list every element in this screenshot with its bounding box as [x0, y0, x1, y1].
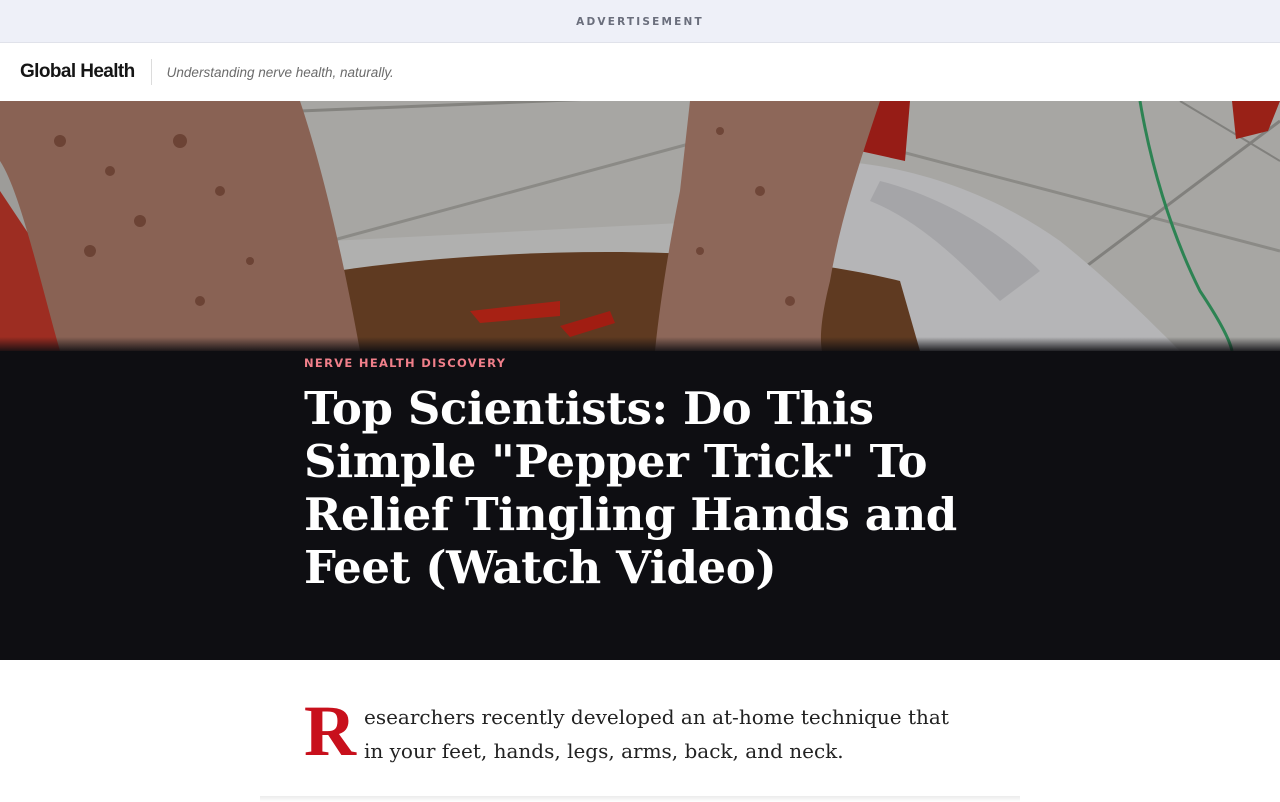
hero-image-fade: [0, 337, 1280, 353]
advertisement-label: ADVERTISEMENT: [576, 15, 704, 28]
article-category: NERVE HEALTH DISCOVERY: [304, 356, 507, 370]
article-body: R esearchers recently developed an at-ho…: [304, 691, 974, 771]
site-tagline: Understanding nerve health, naturally.: [166, 64, 394, 80]
hero-image: [0, 101, 1280, 351]
drop-cap: R: [304, 691, 356, 771]
header-divider: [150, 59, 152, 85]
site-logo[interactable]: Global Health: [20, 61, 135, 83]
article-headline: Top Scientists: Do This Simple "Pepper T…: [304, 382, 957, 594]
content-card-shadow: [260, 796, 1020, 802]
advertisement-bar: ADVERTISEMENT: [0, 0, 1280, 43]
hero-section: NERVE HEALTH DISCOVERY Top Scientists: D…: [0, 101, 1280, 660]
lead-line-2: in your feet, hands, legs, arms, back, a…: [364, 739, 844, 763]
lead-line-1: esearchers recently developed an at-home…: [364, 705, 949, 729]
site-header: Global Health Understanding nerve health…: [0, 43, 1280, 101]
article-lead-paragraph: esearchers recently developed an at-home…: [304, 700, 974, 768]
